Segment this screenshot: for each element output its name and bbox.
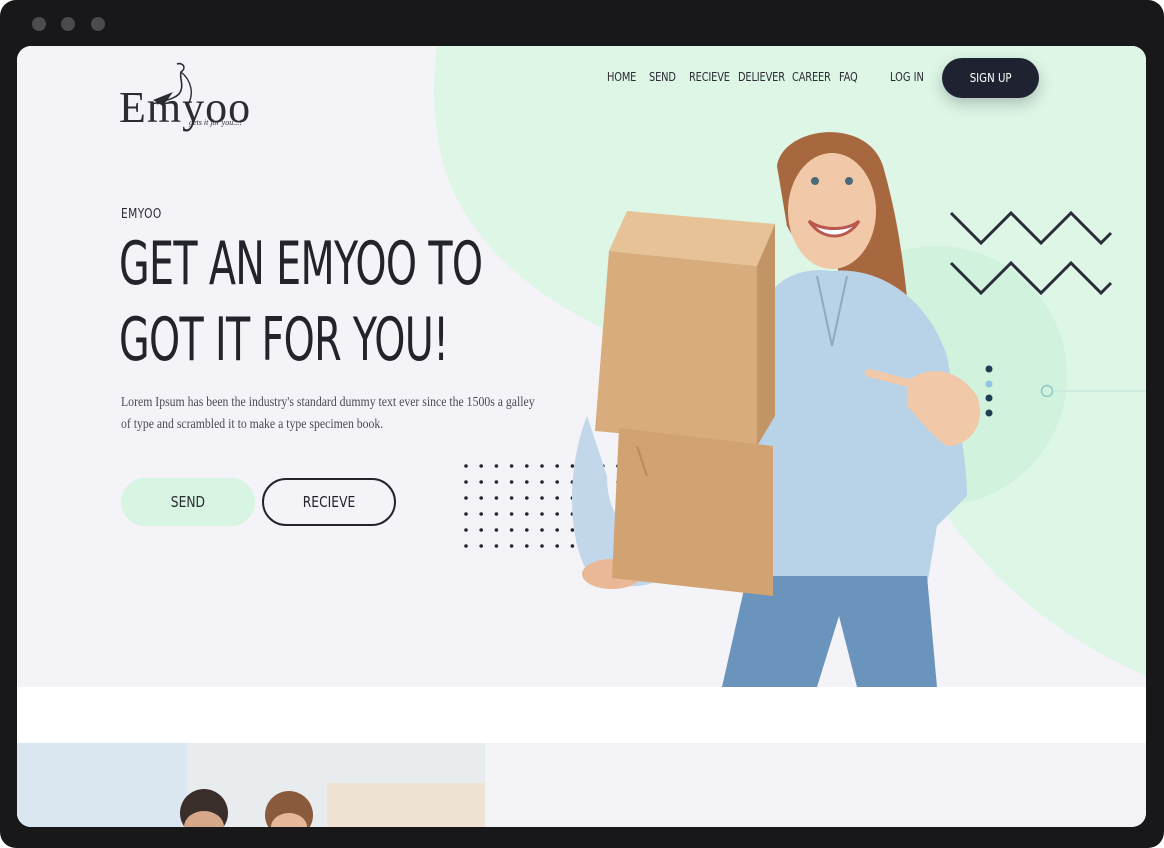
grid-dot xyxy=(509,544,514,548)
grid-dot xyxy=(525,512,529,516)
next-section xyxy=(17,743,1146,827)
nav-item-send[interactable]: SEND xyxy=(649,70,682,84)
line-marker-decoration xyxy=(1040,384,1146,397)
grid-dot xyxy=(464,528,468,532)
login-link[interactable]: LOG IN xyxy=(890,70,924,84)
send-button-label: SEND xyxy=(170,493,206,511)
grid-dot xyxy=(479,544,483,548)
grid-dot xyxy=(540,480,544,484)
grid-dot xyxy=(540,528,544,532)
grid-dot xyxy=(479,496,483,500)
grid-dot xyxy=(525,464,529,468)
grid-dot xyxy=(494,464,499,468)
hero-eyebrow: EMYOO xyxy=(121,207,162,222)
window-dot-icon xyxy=(61,17,75,31)
grid-dot xyxy=(479,480,483,484)
grid-dot xyxy=(509,464,514,468)
grid-dot xyxy=(509,512,514,516)
grid-dot xyxy=(509,496,514,500)
team-photo-illustration xyxy=(17,743,485,827)
grid-dot xyxy=(525,528,529,532)
nav-item-deliever[interactable]: DELIEVER xyxy=(738,70,785,84)
grid-dot xyxy=(479,464,483,468)
headline-line-2: GOT IT FOR YOU! xyxy=(119,305,449,375)
grid-dot xyxy=(494,496,499,500)
grid-dot xyxy=(464,464,468,468)
zigzag-decoration-icon xyxy=(949,211,1113,296)
recieve-button-label: RECIEVE xyxy=(302,493,356,511)
woman-with-boxes-photo xyxy=(572,132,981,687)
nav-item-home[interactable]: HOME xyxy=(607,70,641,84)
nav-item-faq[interactable]: FAQ xyxy=(839,70,864,84)
grid-dot xyxy=(464,480,468,484)
recieve-button[interactable]: RECIEVE xyxy=(262,478,396,526)
signup-label: SIGN UP xyxy=(969,71,1012,85)
grid-dot xyxy=(494,544,499,548)
grid-dot xyxy=(525,480,529,484)
grid-dot xyxy=(509,480,514,484)
grid-dot xyxy=(479,512,483,516)
main-nav: HOME SEND RECIEVE DELIEVER CAREER FAQ xyxy=(607,70,869,84)
hero-description: Lorem Ipsum has been the industry's stan… xyxy=(121,395,535,432)
window-dot-icon xyxy=(32,17,46,31)
send-button[interactable]: SEND xyxy=(121,478,255,526)
grid-dot xyxy=(525,544,529,548)
grid-dot xyxy=(540,496,544,500)
grid-dot xyxy=(464,544,468,548)
grid-dot xyxy=(525,496,529,500)
hero-headline: GET AN EMYOO TO GOT IT FOR YOU! xyxy=(119,226,483,378)
hero-section: Emyoo gets it for you...! HOME SEND RECI… xyxy=(17,46,1146,687)
brand-logo[interactable]: Emyoo gets it for you...! xyxy=(117,60,250,132)
team-photo xyxy=(17,743,485,827)
grid-dot xyxy=(464,496,468,500)
signup-button[interactable]: SIGN UP xyxy=(942,58,1039,98)
grid-dot xyxy=(494,480,499,484)
page-viewport: Emyoo gets it for you...! HOME SEND RECI… xyxy=(17,46,1146,827)
grid-dot xyxy=(479,528,483,532)
grid-dot xyxy=(540,512,544,516)
grid-dot xyxy=(494,512,499,516)
vertical-dots-icon xyxy=(985,365,993,417)
grid-dot xyxy=(509,528,514,532)
nav-item-career[interactable]: CAREER xyxy=(792,70,831,84)
nav-item-recieve[interactable]: RECIEVE xyxy=(689,70,730,84)
grid-dot xyxy=(540,544,544,548)
browser-frame: Emyoo gets it for you...! HOME SEND RECI… xyxy=(0,0,1164,848)
grid-dot xyxy=(540,464,544,468)
window-dot-icon xyxy=(91,17,105,31)
grid-dot xyxy=(464,512,468,516)
grid-dot xyxy=(494,528,499,532)
headline-line-1: GET AN EMYOO TO xyxy=(119,229,483,299)
brand-tagline: gets it for you...! xyxy=(189,118,242,127)
